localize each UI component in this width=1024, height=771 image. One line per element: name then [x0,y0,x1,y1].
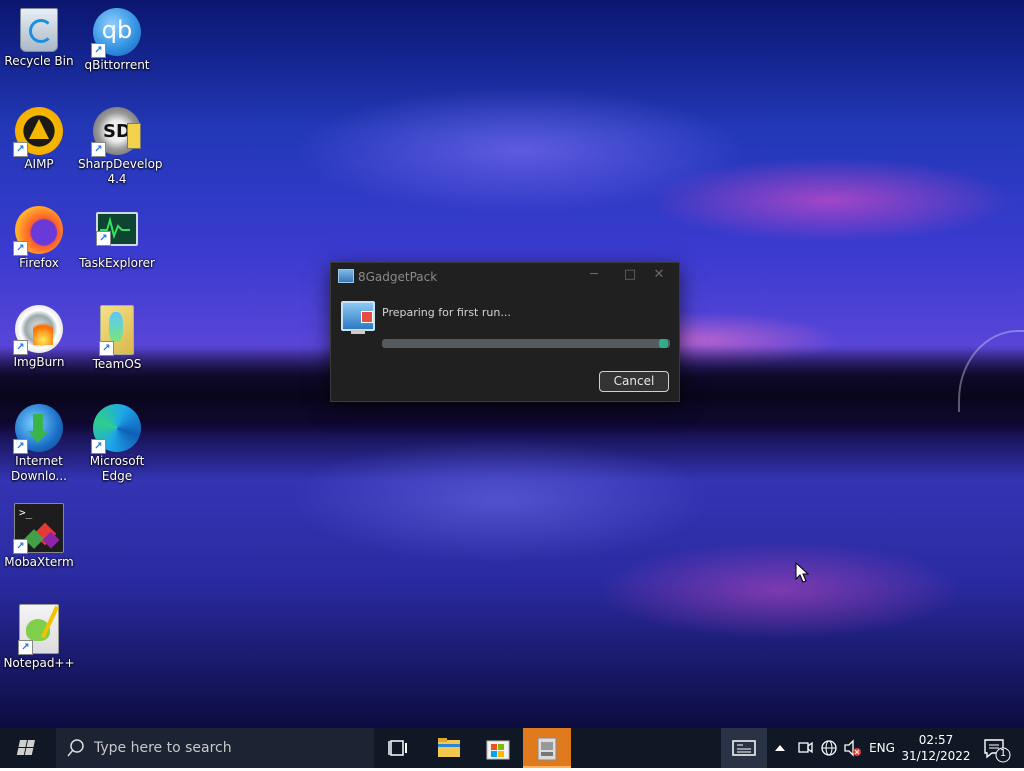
globe-icon [821,740,837,756]
shortcut-arrow-icon: ↗ [13,142,28,157]
notification-count: 1 [999,748,1007,759]
shortcut-arrow-icon: ↗ [91,142,106,157]
desktop-icon-qbittorrent[interactable]: qb ↗ qBittorrent [78,4,156,73]
desktop-icon-label: SharpDevelop 4.4 [78,157,163,186]
chevron-up-icon [775,745,785,751]
clock-time: 02:57 [918,733,954,747]
gadgetpack-taskbar-button[interactable] [523,728,571,768]
shortcut-arrow-icon: ↗ [13,439,28,454]
shortcut-arrow-icon: ↗ [13,241,28,256]
desktop-icon-internet-download-manager[interactable]: ↗ Internet Downlo... [0,400,78,484]
firefox-icon: ↗ [13,206,63,256]
internet-download-manager-icon: ↗ [13,404,63,454]
desktop-icon-label: TaskExplorer [79,256,155,270]
desktop-icon-aimp[interactable]: ↗ AIMP [0,103,78,172]
desktop-icon-label: TeamOS [92,357,142,371]
desktop-wallpaper[interactable]: Recycle Bin ↗ AIMP ↗ Firefox ↗ ImgBurn ↗… [0,0,1024,728]
folder-icon [438,738,460,757]
desktop-icon-label: Firefox [19,256,59,270]
task-view-button[interactable] [374,728,422,768]
desktop-icon-label: Microsoft Edge [89,454,145,483]
shortcut-arrow-icon: ↗ [91,43,106,58]
volume-button[interactable] [842,728,864,768]
meet-now-button[interactable] [795,728,815,768]
taskexplorer-icon: ↗ [96,212,138,246]
search-icon [67,739,84,757]
gadgetpack-dialog: 8GadgetPack ─ □ ✕ Preparing for first ru… [330,262,680,402]
desktop-icon-label: AIMP [24,157,54,171]
sharpdevelop-icon: SD ↗ [91,107,141,157]
action-center-button[interactable]: 1 [976,728,1016,768]
file-explorer-button[interactable] [426,728,474,768]
desktop-icon-imgburn[interactable]: ↗ ImgBurn [0,301,78,370]
notepadpp-icon: ↗ [18,604,59,655]
desktop-icon-recycle-bin[interactable]: Recycle Bin [0,4,78,69]
search-box[interactable]: Type here to search [56,728,374,768]
cancel-button[interactable]: Cancel [599,371,669,392]
wallpaper-greenhouse [958,330,1024,412]
mobaxterm-icon: >_ ↗ [13,503,64,554]
shortcut-arrow-icon: ↗ [99,341,114,356]
progress-bar-fill [659,339,668,348]
desktop-icon-label: Notepad++ [3,656,75,670]
speaker-muted-icon [844,739,861,757]
gadgetpack-app-icon [338,269,354,283]
desktop-icon-teamos[interactable]: ↗ TeamOS [78,301,156,372]
dialog-title: 8GadgetPack [358,270,438,284]
gadgetpack-icon [537,737,557,761]
clock-date: 31/12/2022 [901,749,971,763]
dialog-message: Preparing for first run... [382,306,511,319]
setup-badge-icon [361,311,373,323]
desktop-icon-label: MobaXterm [4,555,74,569]
shortcut-arrow-icon: ↗ [91,439,106,454]
desktop-icon-label: ImgBurn [13,355,65,369]
camera-icon [798,741,813,754]
shortcut-arrow-icon: ↗ [13,539,28,554]
shortcut-arrow-icon: ↗ [96,231,111,246]
progress-bar [382,339,670,348]
aimp-icon: ↗ [13,107,63,157]
teamos-icon: ↗ [99,305,134,356]
news-icon [732,740,756,756]
minimize-button[interactable]: ─ [584,267,604,282]
recycle-bin-icon [20,8,58,52]
show-hidden-icons-button[interactable] [770,728,790,768]
taskbar: Type here to search ENG 02:57 31/12/2022… [0,728,1024,768]
desktop-icon-sharpdevelop[interactable]: SD ↗ SharpDevelop 4.4 [78,103,163,187]
edge-icon: ↗ [91,404,141,454]
windows-logo-icon [16,740,35,755]
input-language-button[interactable]: ENG [866,728,898,768]
task-view-icon [388,740,407,756]
clock[interactable]: 02:57 31/12/2022 [901,728,971,768]
desktop-icon-label: Recycle Bin [4,54,74,68]
desktop-icon-microsoft-edge[interactable]: ↗ Microsoft Edge [78,400,156,484]
desktop-icon-label: qBittorrent [84,58,150,72]
microsoft-store-button[interactable] [474,728,522,768]
shortcut-arrow-icon: ↗ [13,340,28,355]
desktop-icon-firefox[interactable]: ↗ Firefox [0,202,78,271]
desktop-icon-mobaxterm[interactable]: >_ ↗ MobaXterm [0,499,78,570]
search-placeholder: Type here to search [94,740,232,756]
close-button[interactable]: ✕ [649,267,669,282]
desktop-icon-notepadpp[interactable]: ↗ Notepad++ [0,600,78,671]
desktop-icon-taskexplorer[interactable]: ↗ TaskExplorer [78,202,156,271]
store-icon [486,740,510,760]
start-button[interactable] [0,728,56,768]
maximize-button[interactable]: □ [620,267,640,282]
mouse-cursor-icon [795,562,809,583]
news-widget-button[interactable] [721,728,767,768]
shortcut-arrow-icon: ↗ [18,640,33,655]
qbittorrent-icon: qb ↗ [91,8,141,58]
network-button[interactable] [818,728,840,768]
imgburn-icon: ↗ [13,305,63,355]
desktop-icon-label: Internet Downlo... [11,454,67,483]
